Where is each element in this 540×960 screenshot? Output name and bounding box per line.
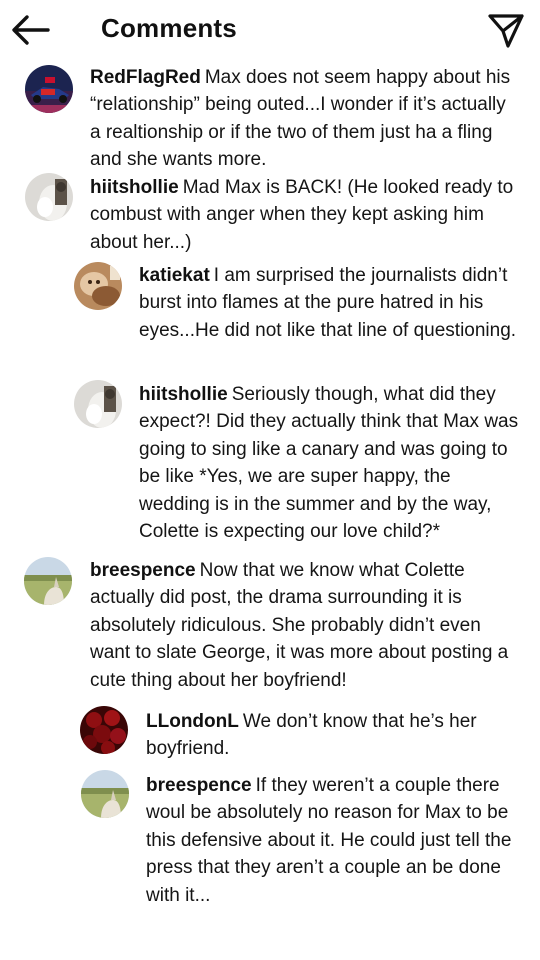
comment-body: breespence Now that we know what Colette … — [90, 557, 515, 694]
arrow-left-icon — [12, 15, 50, 45]
avatar[interactable] — [25, 173, 73, 221]
comments-header: Comments — [0, 0, 540, 60]
comment-username[interactable]: LLondonL — [146, 711, 239, 732]
comment-body: hiitshollie Mad Max is BACK! (He looked r… — [90, 174, 515, 256]
comment-body: breespence If they weren’t a couple there… — [146, 772, 521, 909]
comment-username[interactable]: RedFlagRed — [90, 67, 201, 88]
avatar[interactable] — [74, 262, 122, 310]
comment-body: RedFlagRed Max does not seem happy about … — [90, 64, 515, 174]
comment-username[interactable]: hiitshollie — [139, 384, 228, 405]
comment-body: LLondonL We don’t know that he’s her boyf… — [146, 708, 516, 763]
comment-username[interactable]: katiekat — [139, 265, 210, 286]
comment-body: katiekat I am surprised the journalists d… — [139, 262, 519, 344]
avatar[interactable] — [25, 65, 73, 113]
avatar[interactable] — [74, 380, 122, 428]
comment-body: hiitshollie Seriously though, what did th… — [139, 381, 519, 545]
comment-username[interactable]: breespence — [146, 775, 252, 796]
share-button[interactable] — [486, 10, 526, 50]
avatar[interactable] — [81, 770, 129, 818]
page-title: Comments — [101, 13, 237, 43]
paper-plane-icon — [488, 14, 524, 48]
comment-username[interactable]: breespence — [90, 560, 196, 581]
avatar[interactable] — [80, 706, 128, 754]
avatar[interactable] — [24, 557, 72, 605]
comment-text: Seriously though, what did they expect?!… — [139, 384, 519, 543]
comment-username[interactable]: hiitshollie — [90, 177, 179, 198]
back-button[interactable] — [10, 12, 52, 48]
